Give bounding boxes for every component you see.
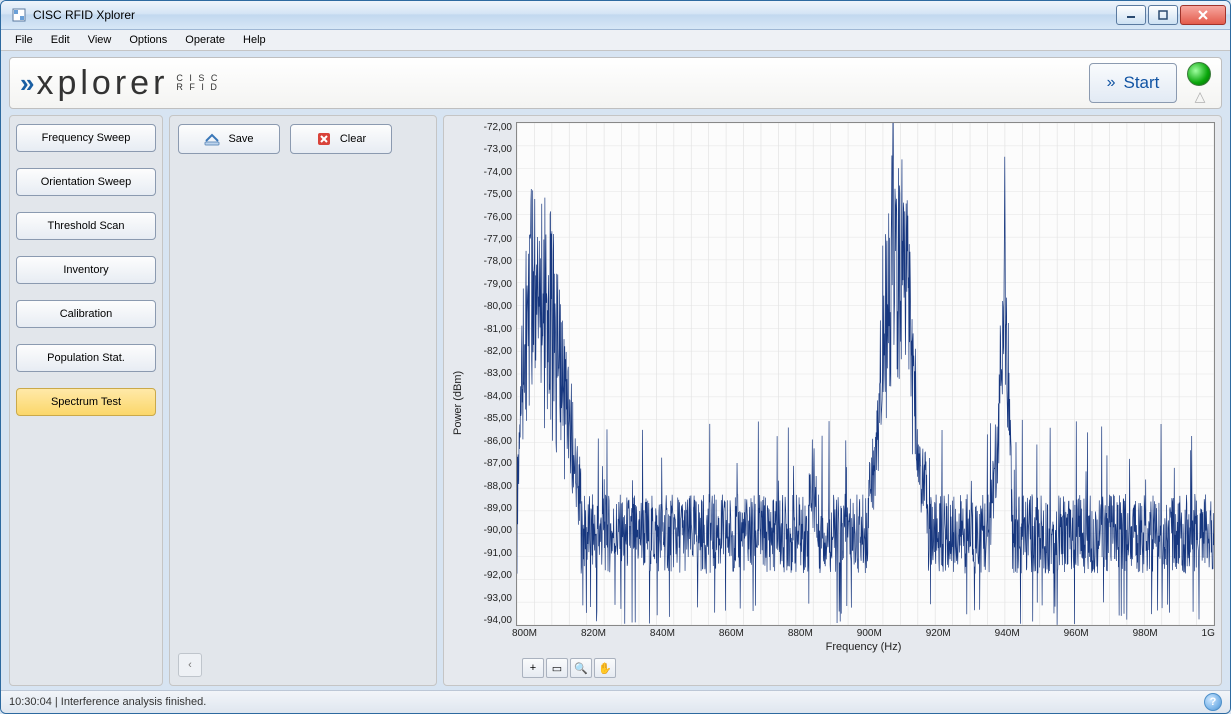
tool-pan[interactable]: ✋ xyxy=(594,658,616,678)
status-bar: 10:30:04 | Interference analysis finishe… xyxy=(1,690,1230,713)
sidebar-item-frequency-sweep[interactable]: Frequency Sweep xyxy=(16,124,156,152)
clear-icon xyxy=(316,131,332,147)
chevron-right-icon: » xyxy=(1107,74,1116,92)
menu-help[interactable]: Help xyxy=(235,32,274,48)
window-controls xyxy=(1116,5,1226,25)
logo-chevron-icon: » xyxy=(20,68,28,99)
save-button[interactable]: Save xyxy=(178,124,280,154)
led-group: △ xyxy=(1187,62,1211,105)
close-button[interactable] xyxy=(1180,5,1226,25)
logo-text: xplorer xyxy=(36,64,168,103)
chart-xlabel: Frequency (Hz) xyxy=(512,639,1215,657)
app-window: CISC RFID Xplorer File Edit View Options… xyxy=(0,0,1231,714)
menu-options[interactable]: Options xyxy=(121,32,175,48)
sidebar-item-orientation-sweep[interactable]: Orientation Sweep xyxy=(16,168,156,196)
save-icon xyxy=(204,131,220,147)
logo-cisc-line2: R F I D xyxy=(176,82,219,92)
status-led-icon xyxy=(1187,62,1211,86)
sidebar-item-spectrum-test[interactable]: Spectrum Test xyxy=(16,388,156,416)
maximize-button[interactable] xyxy=(1148,5,1178,25)
menu-bar: File Edit View Options Operate Help xyxy=(1,30,1230,51)
magnifier-icon: 🔍 xyxy=(574,662,588,675)
tool-crosshair[interactable]: + xyxy=(522,658,544,678)
start-button-label: Start xyxy=(1124,73,1160,93)
menu-file[interactable]: File xyxy=(7,32,41,48)
sidebar-item-threshold-scan[interactable]: Threshold Scan xyxy=(16,212,156,240)
clear-button-label: Clear xyxy=(340,133,366,145)
actions-panel: Save Clear ‹ xyxy=(169,115,437,686)
zoom-box-icon: ▭ xyxy=(552,662,562,675)
logo-cisc: C I S C R F I D xyxy=(176,74,219,92)
chart-yticks: -72,00-73,00-74,00-75,00-76,00-77,00-78,… xyxy=(466,122,516,626)
logo: » xplorer C I S C R F I D xyxy=(20,64,219,103)
triangle-up-icon: △ xyxy=(1195,88,1206,105)
clear-button[interactable]: Clear xyxy=(290,124,392,154)
app-icon xyxy=(11,7,27,23)
body: Frequency Sweep Orientation Sweep Thresh… xyxy=(1,115,1230,690)
menu-view[interactable]: View xyxy=(80,32,120,48)
start-group: » Start △ xyxy=(1089,62,1211,105)
menu-edit[interactable]: Edit xyxy=(43,32,78,48)
actions-row: Save Clear xyxy=(178,124,428,154)
sidebar-item-population-stat[interactable]: Population Stat. xyxy=(16,344,156,372)
help-icon[interactable]: ? xyxy=(1204,693,1222,711)
prev-page-button[interactable]: ‹ xyxy=(178,653,202,677)
minimize-button[interactable] xyxy=(1116,5,1146,25)
start-button[interactable]: » Start xyxy=(1089,63,1177,103)
save-button-label: Save xyxy=(228,133,253,145)
tool-zoom[interactable]: 🔍 xyxy=(570,658,592,678)
title-bar: CISC RFID Xplorer xyxy=(1,1,1230,30)
plot-outer: -72,00-73,00-74,00-75,00-76,00-77,00-78,… xyxy=(466,122,1215,683)
crosshair-icon: + xyxy=(530,662,536,674)
sidebar-item-inventory[interactable]: Inventory xyxy=(16,256,156,284)
chart-plot-area[interactable] xyxy=(516,122,1215,626)
menu-operate[interactable]: Operate xyxy=(177,32,233,48)
header-bar: » xplorer C I S C R F I D » Start △ xyxy=(9,57,1222,109)
plot-row: -72,00-73,00-74,00-75,00-76,00-77,00-78,… xyxy=(466,122,1215,626)
chart-xticks: 800M820M840M860M880M900M920M940M960M980M… xyxy=(512,626,1215,639)
hand-icon: ✋ xyxy=(598,662,612,675)
chart-tools: + ▭ 🔍 ✋ xyxy=(466,657,1215,683)
tool-zoom-box[interactable]: ▭ xyxy=(546,658,568,678)
chart-panel: Power (dBm) -72,00-73,00-74,00-75,00-76,… xyxy=(443,115,1222,686)
status-text: 10:30:04 | Interference analysis finishe… xyxy=(9,696,206,708)
sidebar: Frequency Sweep Orientation Sweep Thresh… xyxy=(9,115,163,686)
chevron-left-icon: ‹ xyxy=(188,659,192,671)
window-title: CISC RFID Xplorer xyxy=(33,8,1116,22)
sidebar-item-calibration[interactable]: Calibration xyxy=(16,300,156,328)
chart-wrap: Power (dBm) -72,00-73,00-74,00-75,00-76,… xyxy=(444,116,1221,685)
chart-ylabel: Power (dBm) xyxy=(450,122,466,683)
